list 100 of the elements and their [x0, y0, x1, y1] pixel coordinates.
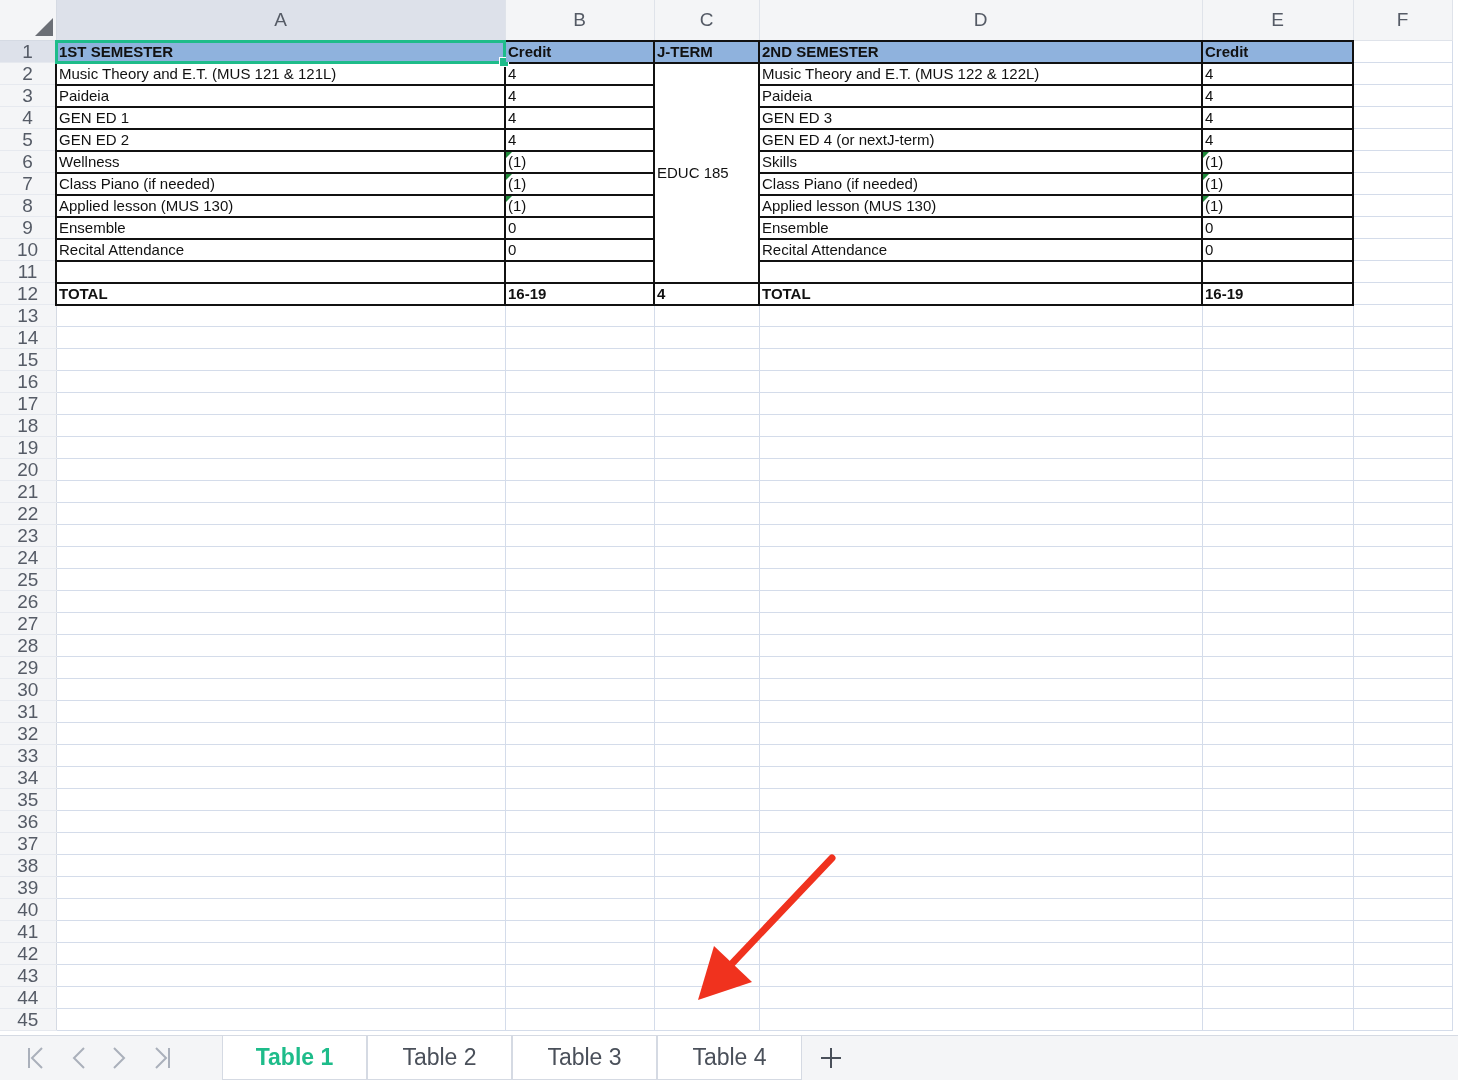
row-number[interactable]: 9	[0, 216, 56, 239]
table-cell: (1)	[1205, 175, 1224, 192]
row-number[interactable]: 14	[0, 326, 56, 349]
row-number[interactable]: 42	[0, 942, 56, 965]
row-number[interactable]: 5	[0, 128, 56, 151]
sheet-tab[interactable]: Table 2	[367, 1036, 512, 1080]
add-sheet-icon[interactable]	[820, 1047, 842, 1069]
column-header[interactable]: F	[1353, 0, 1452, 41]
row-number[interactable]: 20	[0, 458, 56, 481]
table-cell: 4	[1205, 65, 1214, 82]
table-cell: 16-19	[1205, 285, 1244, 302]
row-number[interactable]: 7	[0, 172, 56, 195]
table-cell: Class Piano (if needed)	[59, 175, 215, 192]
row-number[interactable]: 34	[0, 766, 56, 789]
row-number[interactable]: 4	[0, 106, 56, 129]
row-number[interactable]: 45	[0, 1008, 56, 1031]
table-cell: 4	[657, 285, 666, 302]
table-cell: 4	[1205, 87, 1214, 104]
table-cell: 0	[1205, 241, 1214, 258]
row-number[interactable]: 18	[0, 414, 56, 437]
row-number[interactable]: 31	[0, 700, 56, 723]
table-cell: Recital Attendance	[762, 241, 888, 258]
row-number[interactable]: 15	[0, 348, 56, 371]
table-cell: Paideia	[762, 87, 813, 104]
row-number[interactable]: 27	[0, 612, 56, 635]
row-number[interactable]: 13	[0, 304, 56, 327]
table-cell: (1)	[1205, 153, 1224, 170]
table-cell: 4	[508, 87, 517, 104]
row-number[interactable]: 1	[0, 40, 56, 63]
sheet-tab[interactable]: Table 4	[657, 1036, 802, 1080]
table-cell: TOTAL	[762, 285, 811, 302]
row-number[interactable]: 11	[0, 260, 56, 283]
row-number[interactable]: 39	[0, 876, 56, 899]
row-number[interactable]: 29	[0, 656, 56, 679]
row-number[interactable]: 24	[0, 546, 56, 569]
row-number[interactable]: 25	[0, 568, 56, 591]
table-cell: TOTAL	[59, 285, 108, 302]
row-number[interactable]: 12	[0, 282, 56, 305]
table-cell: (1)	[508, 197, 527, 214]
row-number[interactable]: 6	[0, 150, 56, 173]
column-header[interactable]: D	[759, 0, 1202, 41]
table-cell: 4	[508, 109, 517, 126]
row-number[interactable]: 32	[0, 722, 56, 745]
table-cell: GEN ED 2	[59, 131, 130, 148]
row-number[interactable]: 21	[0, 480, 56, 503]
table-cell: 0	[1205, 219, 1214, 236]
column-header[interactable]: C	[654, 0, 759, 41]
table-cell: (1)	[1205, 197, 1224, 214]
select-all-icon[interactable]	[34, 18, 53, 36]
next-sheet-icon[interactable]	[112, 1046, 126, 1070]
row-number[interactable]: 2	[0, 62, 56, 85]
table-cell: 4	[1205, 109, 1214, 126]
sheet-tab[interactable]: Table 3	[512, 1036, 657, 1080]
table-cell: GEN ED 1	[59, 109, 130, 126]
table-cell: 4	[508, 65, 517, 82]
last-sheet-icon[interactable]	[152, 1046, 172, 1070]
row-number[interactable]: 3	[0, 84, 56, 107]
table-cell: Applied lesson (MUS 130)	[59, 197, 234, 214]
table-cell: Recital Attendance	[59, 241, 185, 258]
column-header[interactable]: A	[56, 0, 505, 41]
table-cell: 4	[1205, 131, 1214, 148]
table-cell: Credit	[1205, 43, 1249, 60]
row-number[interactable]: 38	[0, 854, 56, 877]
table-cell: J-TERM	[657, 43, 713, 60]
row-number[interactable]: 30	[0, 678, 56, 701]
row-number[interactable]: 19	[0, 436, 56, 459]
row-number[interactable]: 41	[0, 920, 56, 943]
row-number[interactable]: 26	[0, 590, 56, 613]
column-header[interactable]: E	[1202, 0, 1353, 41]
table-cell: (1)	[508, 153, 527, 170]
table-cell: Skills	[762, 153, 797, 170]
table-cell: Credit	[508, 43, 552, 60]
row-number[interactable]: 23	[0, 524, 56, 547]
first-sheet-icon[interactable]	[26, 1046, 46, 1070]
table-cell: (1)	[508, 175, 527, 192]
row-number[interactable]: 44	[0, 986, 56, 1009]
row-number[interactable]: 10	[0, 238, 56, 261]
table-cell: 1ST SEMESTER	[59, 43, 174, 60]
row-number[interactable]: 16	[0, 370, 56, 393]
table-cell: 16-19	[508, 285, 547, 302]
row-number[interactable]: 43	[0, 964, 56, 987]
row-number[interactable]: 40	[0, 898, 56, 921]
table-cell: Wellness	[59, 153, 120, 170]
table-cell: 0	[508, 241, 517, 258]
row-number[interactable]: 33	[0, 744, 56, 767]
table-cell: Applied lesson (MUS 130)	[762, 197, 937, 214]
table-cell: 0	[508, 219, 517, 236]
row-number[interactable]: 35	[0, 788, 56, 811]
table-cell: Class Piano (if needed)	[762, 175, 918, 192]
table-cell: GEN ED 4 (or nextJ-term)	[762, 131, 935, 148]
row-number[interactable]: 36	[0, 810, 56, 833]
column-header[interactable]: B	[505, 0, 654, 41]
table-cell: GEN ED 3	[762, 109, 833, 126]
table-cell: 4	[508, 131, 517, 148]
row-number[interactable]: 22	[0, 502, 56, 525]
row-number[interactable]: 8	[0, 194, 56, 217]
row-number[interactable]: 28	[0, 634, 56, 657]
row-number[interactable]: 37	[0, 832, 56, 855]
previous-sheet-icon[interactable]	[72, 1046, 86, 1070]
row-number[interactable]: 17	[0, 392, 56, 415]
